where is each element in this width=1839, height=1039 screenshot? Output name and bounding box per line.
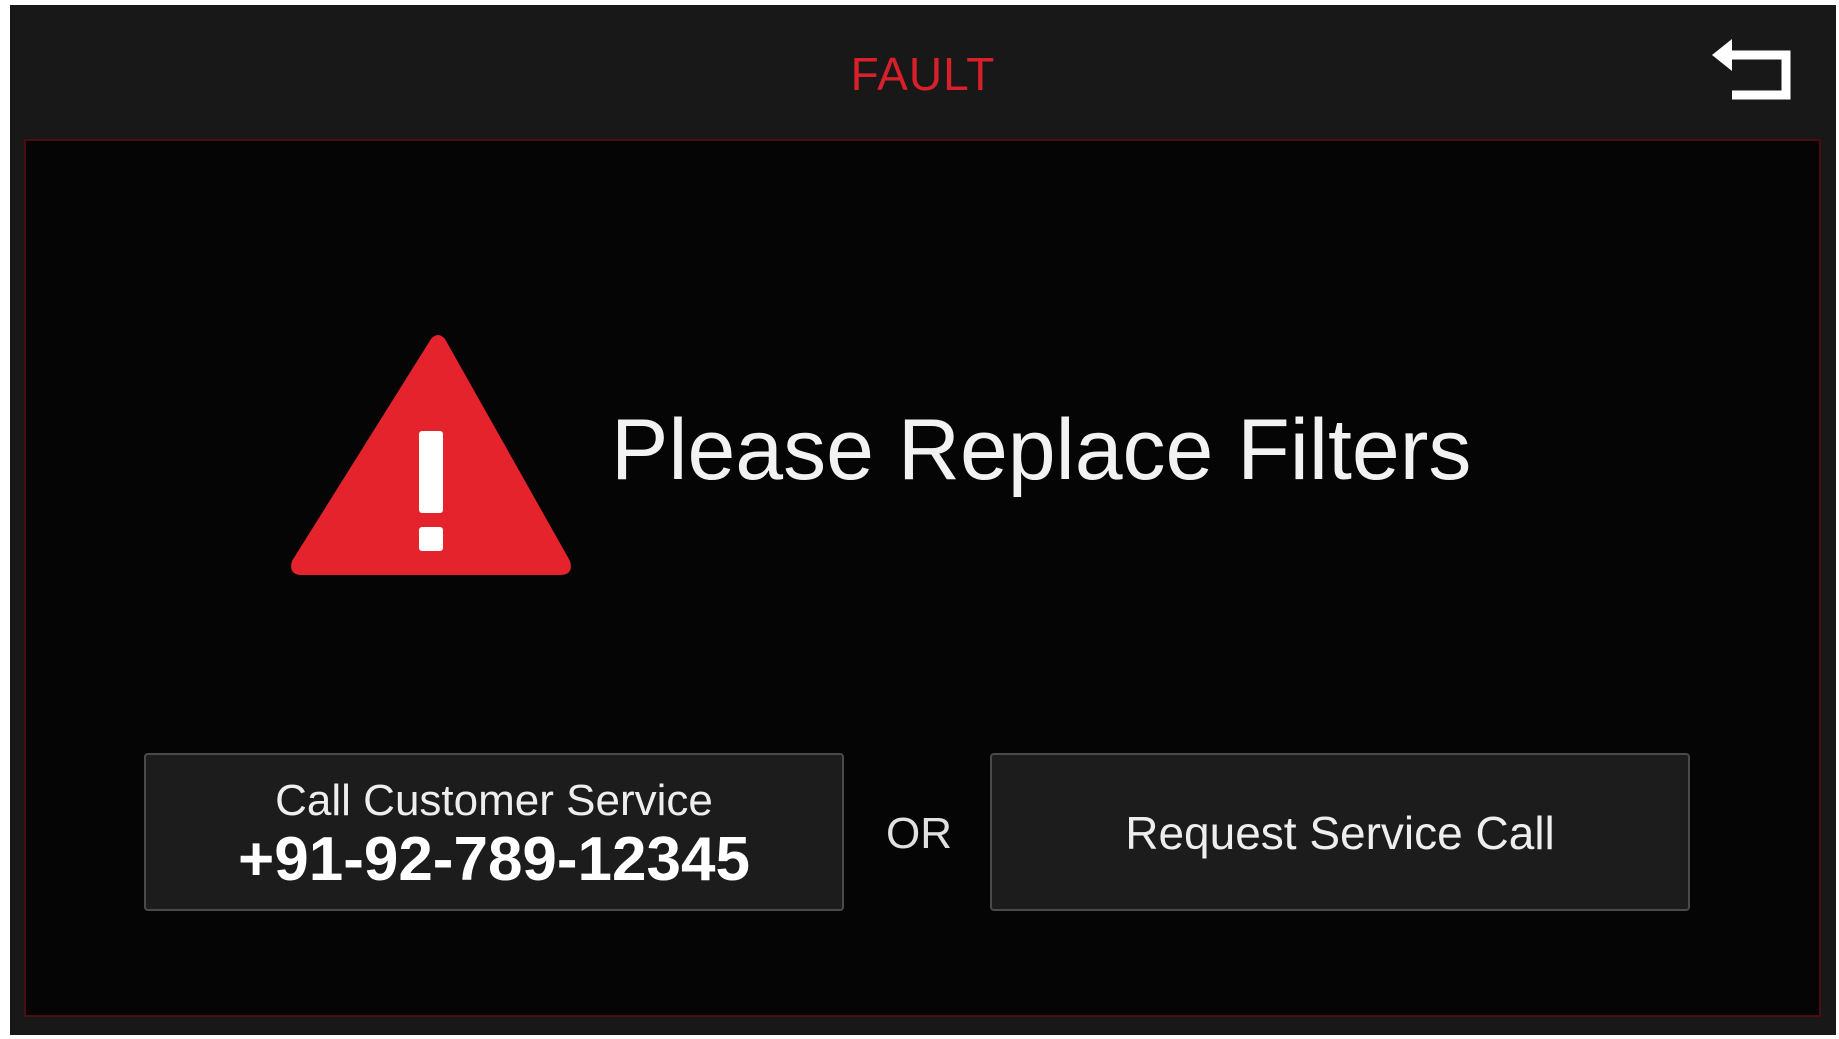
or-separator: OR	[886, 809, 952, 858]
customer-service-phone-number: +91-92-789-12345	[238, 825, 750, 894]
alert-message: Please Replace Filters	[611, 402, 1472, 498]
back-return-icon	[1710, 29, 1800, 119]
header-bar: FAULT	[10, 5, 1836, 137]
call-customer-service-button[interactable]: Call Customer Service +91-92-789-12345	[144, 753, 844, 911]
fault-screen: FAULT Please Replace Filters Call Custom…	[10, 5, 1836, 1035]
call-customer-service-label: Call Customer Service	[275, 776, 713, 825]
request-service-call-button[interactable]: Request Service Call	[990, 753, 1690, 911]
alert-panel: Please Replace Filters Call Customer Ser…	[24, 139, 1821, 1017]
request-service-call-label: Request Service Call	[1125, 807, 1555, 859]
warning-triangle-icon	[288, 331, 574, 581]
page-title: FAULT	[850, 48, 996, 100]
back-button[interactable]	[1710, 29, 1800, 119]
